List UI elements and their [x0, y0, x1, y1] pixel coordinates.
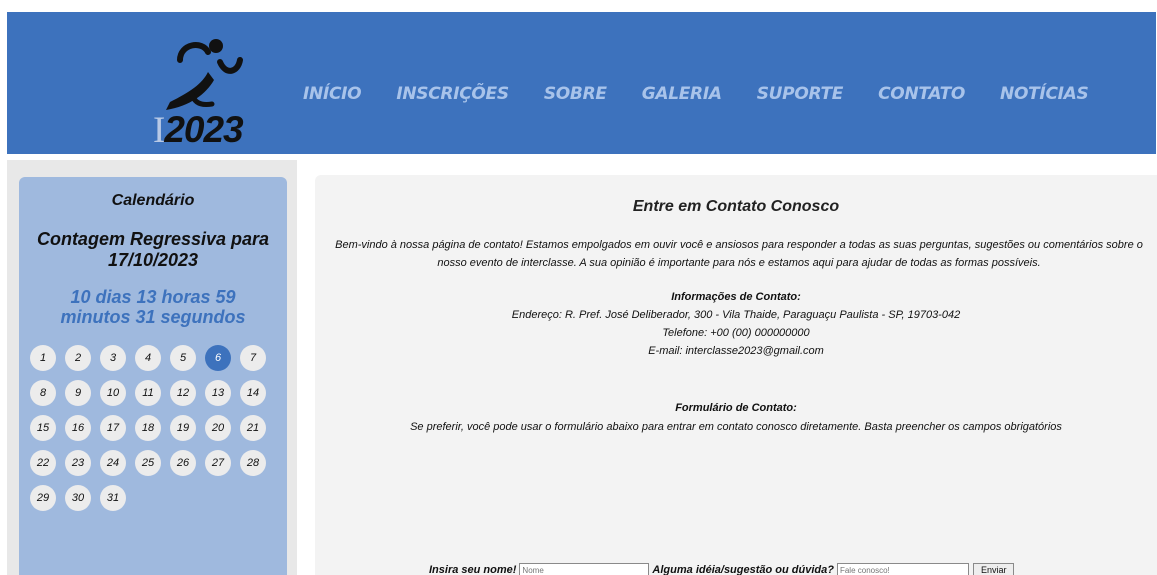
- calendar-day[interactable]: 15: [30, 415, 56, 441]
- calendar-day[interactable]: 23: [65, 450, 91, 476]
- name-input[interactable]: [519, 563, 650, 575]
- calendar-day[interactable]: 9: [65, 380, 91, 406]
- nav-inscricoes[interactable]: INSCRIÇÕES: [396, 84, 509, 104]
- calendar-day[interactable]: 25: [135, 450, 161, 476]
- logo-prefix: I: [153, 110, 165, 151]
- logo-year: 2023: [164, 109, 243, 150]
- calendar-day[interactable]: 21: [240, 415, 266, 441]
- calendar-title: Calendário: [111, 192, 195, 209]
- calendar-day[interactable]: 3: [100, 345, 126, 371]
- calendar-day[interactable]: 1: [30, 345, 56, 371]
- nav-sobre[interactable]: SOBRE: [544, 84, 607, 104]
- site-header: I2023 INÍCIO INSCRIÇÕES SOBRE GALERIA SU…: [7, 12, 1156, 154]
- countdown-title: Contagem Regressiva para 17/10/2023: [36, 229, 270, 270]
- contact-email: E-mail: interclasse2023@gmail.com: [648, 345, 824, 357]
- nav-galeria[interactable]: GALERIA: [642, 84, 722, 104]
- message-input[interactable]: [836, 563, 969, 575]
- calendar-day[interactable]: 13: [205, 380, 231, 406]
- form-description: Se preferir, você pode usar o formulário…: [410, 421, 1062, 433]
- countdown-timer: 10 dias 13 horas 59 minutos 31 segundos: [19, 287, 287, 327]
- main-nav: INÍCIO INSCRIÇÕES SOBRE GALERIA SUPORTE …: [303, 84, 1123, 104]
- calendar-day[interactable]: 14: [240, 380, 266, 406]
- calendar-day[interactable]: 4: [135, 345, 161, 371]
- calendar-days: 1 2 3 4 5 6 7 8 9 10 11 12 13 14 15 16 17 18 19 20 21 22 23 24 2…: [30, 345, 280, 511]
- submit-button[interactable]: Enviar: [972, 563, 1015, 575]
- contact-form: Insira seu nome! Alguma idéia/sugestão o…: [429, 563, 1015, 575]
- logo-wordmark: I2023: [153, 109, 244, 152]
- intro-text: Bem-vindo à nossa página de contato! Est…: [335, 239, 1143, 269]
- calendar-day[interactable]: 19: [170, 415, 196, 441]
- nav-noticias[interactable]: NOTÍCIAS: [1000, 84, 1089, 104]
- calendar-day[interactable]: 26: [170, 450, 196, 476]
- calendar-day[interactable]: 18: [135, 415, 161, 441]
- calendar-day[interactable]: 27: [205, 450, 231, 476]
- calendar-day[interactable]: 28: [240, 450, 266, 476]
- calendar-day[interactable]: 20: [205, 415, 231, 441]
- calendar-day[interactable]: 11: [135, 380, 161, 406]
- calendar-day[interactable]: 7: [240, 345, 266, 371]
- calendar-day[interactable]: 24: [100, 450, 126, 476]
- nav-contato[interactable]: CONTATO: [878, 84, 965, 104]
- contact-address: Endereço: R. Pref. José Deliberador, 300…: [511, 309, 961, 321]
- calendar-day[interactable]: 29: [30, 485, 56, 511]
- calendar-day[interactable]: 31: [100, 485, 126, 511]
- calendar-panel: Calendário Contagem Regressiva para 17/1…: [19, 177, 287, 575]
- nav-suporte[interactable]: SUPORTE: [757, 84, 844, 104]
- contact-info-heading: Informações de Contato:: [671, 291, 801, 303]
- contact-phone: Telefone: +00 (00) 000000000: [662, 327, 810, 339]
- calendar-day[interactable]: 16: [65, 415, 91, 441]
- contact-section: Entre em Contato Conosco Bem-vindo à nos…: [315, 175, 1157, 575]
- calendar-day[interactable]: 5: [170, 345, 196, 371]
- nav-inicio[interactable]: INÍCIO: [303, 84, 362, 104]
- calendar-day[interactable]: 10: [100, 380, 126, 406]
- page-title: Entre em Contato Conosco: [632, 198, 840, 215]
- calendar-day[interactable]: 8: [30, 380, 56, 406]
- message-label: Alguma idéia/sugestão ou dúvida?: [652, 564, 834, 575]
- calendar-day[interactable]: 2: [65, 345, 91, 371]
- calendar-day[interactable]: 17: [100, 415, 126, 441]
- calendar-day[interactable]: 22: [30, 450, 56, 476]
- form-heading: Formulário de Contato:: [675, 402, 797, 414]
- countdown-line-2: minutos 31 segundos: [60, 307, 246, 327]
- countdown-line-1: 10 dias 13 horas 59: [70, 287, 236, 307]
- calendar-day[interactable]: 6: [205, 345, 231, 371]
- name-label: Insira seu nome!: [429, 564, 517, 575]
- calendar-day[interactable]: 30: [65, 485, 91, 511]
- calendar-day[interactable]: 12: [170, 380, 196, 406]
